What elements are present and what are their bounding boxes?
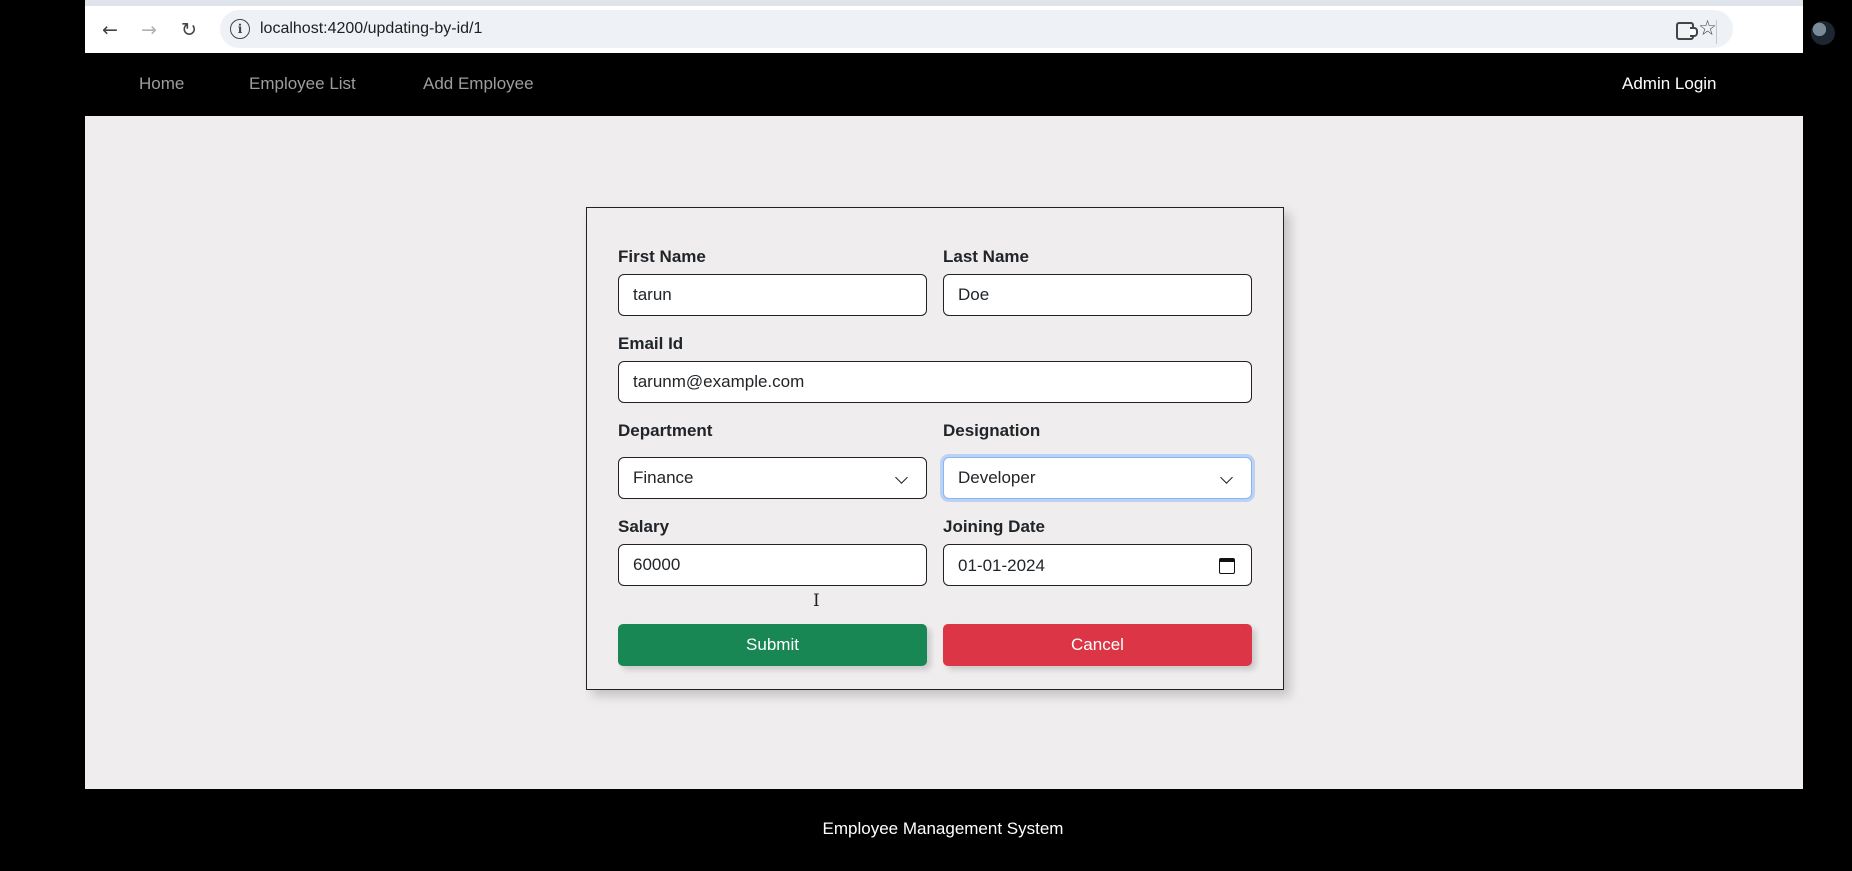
extensions-icon[interactable]: [1676, 22, 1698, 40]
calendar-icon[interactable]: [1219, 558, 1235, 574]
text-cursor-icon: I: [813, 591, 820, 611]
cancel-button[interactable]: Cancel: [943, 624, 1252, 666]
toolbar-divider: [1716, 20, 1717, 44]
department-selected-value: Finance: [633, 468, 694, 487]
joining-date-value: 01-01-2024: [958, 556, 1045, 575]
browser-toolbar: ← → ↻ i localhost:4200/updating-by-id/1 …: [85, 0, 1835, 53]
main-content: First Name Last Name Email Id Department…: [85, 116, 1803, 789]
address-bar[interactable]: i localhost:4200/updating-by-id/1 ☆: [220, 10, 1733, 48]
site-info-icon[interactable]: i: [230, 19, 250, 39]
page-footer: Employee Management System: [0, 789, 1852, 871]
email-label: Email Id: [618, 334, 684, 353]
reload-icon[interactable]: ↻: [173, 14, 205, 46]
nav-home-link[interactable]: Home: [139, 74, 184, 94]
designation-selected-value: Developer: [958, 468, 1036, 487]
footer-text: Employee Management System: [822, 819, 1064, 838]
salary-label: Salary: [618, 517, 670, 536]
department-label: Department: [618, 421, 713, 440]
update-employee-form: First Name Last Name Email Id Department…: [586, 207, 1284, 690]
profile-avatar[interactable]: [1811, 21, 1835, 45]
nav-employee-list-link[interactable]: Employee List: [249, 74, 356, 94]
submit-button[interactable]: Submit: [618, 624, 927, 666]
designation-select[interactable]: Developer: [943, 457, 1252, 499]
last-name-input[interactable]: [943, 274, 1252, 316]
designation-label: Designation: [943, 421, 1041, 440]
back-arrow-icon[interactable]: ←: [94, 14, 126, 46]
salary-input[interactable]: [618, 544, 927, 586]
first-name-label: First Name: [618, 247, 706, 266]
url-text[interactable]: localhost:4200/updating-by-id/1: [260, 20, 482, 38]
chevron-down-icon: [895, 471, 908, 484]
nav-admin-login-link[interactable]: Admin Login: [1622, 74, 1717, 94]
department-select[interactable]: Finance: [618, 457, 927, 499]
forward-arrow-icon[interactable]: →: [133, 14, 165, 46]
bookmark-star-icon[interactable]: ☆: [1698, 16, 1717, 40]
app-navbar: Home Employee List Add Employee Admin Lo…: [85, 53, 1803, 116]
joining-date-input[interactable]: 01-01-2024: [943, 544, 1252, 586]
chevron-down-icon: [1220, 471, 1233, 484]
first-name-input[interactable]: [618, 274, 927, 316]
email-input[interactable]: [618, 361, 1252, 403]
joining-date-label: Joining Date: [943, 517, 1046, 536]
nav-add-employee-link[interactable]: Add Employee: [423, 74, 534, 94]
last-name-label: Last Name: [943, 247, 1029, 266]
